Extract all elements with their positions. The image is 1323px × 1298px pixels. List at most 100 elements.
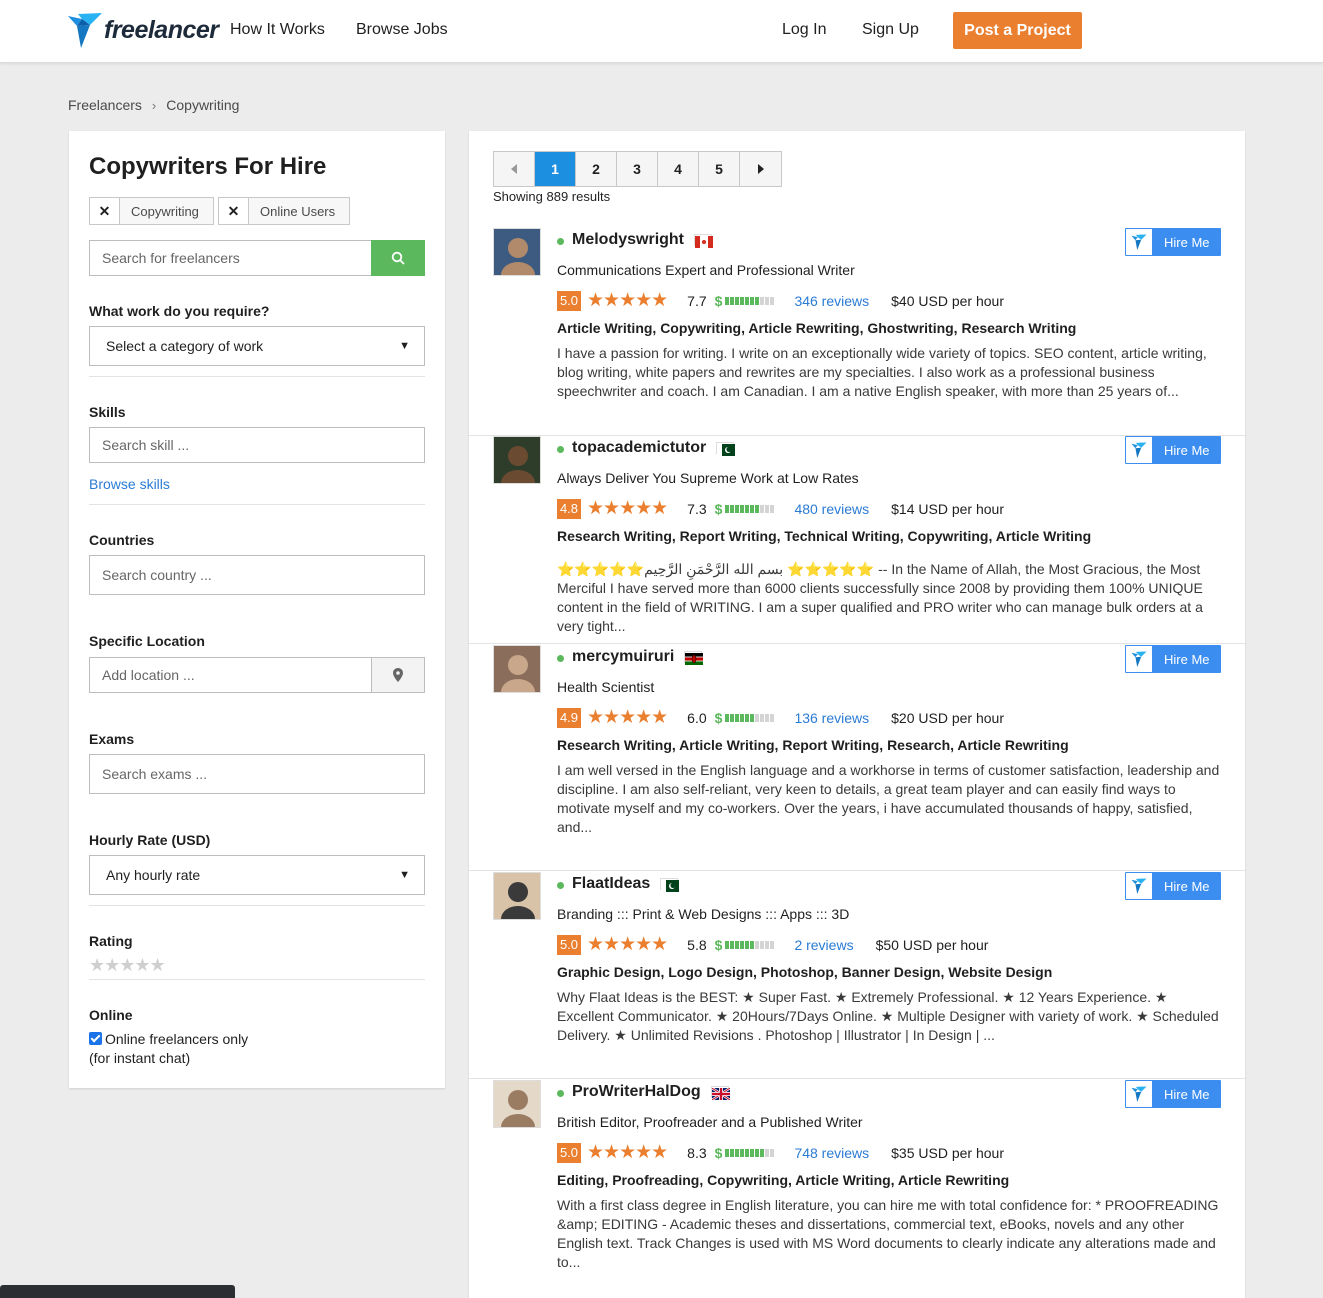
breadcrumb-separator-icon: › [151,97,157,113]
remove-chip-icon[interactable]: ✕ [219,198,249,224]
location-input[interactable]: Add location ... [89,657,372,693]
rating-score-badge: 4.8 [557,498,581,519]
online-status-icon [557,446,564,453]
breadcrumb-freelancers[interactable]: Freelancers [68,97,142,113]
rating-label: Rating [89,933,133,949]
hire-me-button[interactable]: Hire Me [1125,872,1221,900]
earnings-bar-segment [740,1148,745,1157]
name-row: mercymuiruri [557,648,704,666]
rating-stars-icon: ★★★★★ [587,1142,668,1163]
login-link[interactable]: Log In [782,21,826,39]
reviews-link[interactable]: 2 reviews [794,937,853,953]
online-only-checkbox-row[interactable]: Online freelancers only (for instant cha… [89,1030,248,1068]
caret-right-icon [757,164,764,174]
filter-chip-online-users: ✕ Online Users [218,197,351,225]
rating-filter-stars[interactable]: ★★★★★ [89,955,166,976]
exam-search-input[interactable]: Search exams ... [89,754,425,794]
online-status-icon [557,882,564,889]
freelancer-bird-icon [68,13,102,48]
signup-link[interactable]: Sign Up [862,21,919,39]
page-button-5[interactable]: 5 [699,152,740,186]
work-category-value: Select a category of work [106,338,264,354]
caret-left-icon [511,164,517,174]
freelancer-name[interactable]: topacademictutor [572,439,706,457]
earnings-bar-segment [725,713,730,722]
rating-score-badge: 5.0 [557,1142,581,1163]
freelancer-name[interactable]: mercymuiruri [572,648,674,666]
earnings-bar-segment [745,296,750,305]
post-project-button[interactable]: Post a Project [953,12,1082,49]
hire-me-button[interactable]: Hire Me [1125,1080,1221,1108]
avatar[interactable] [493,872,541,920]
chevron-down-icon: ▼ [399,869,410,881]
online-only-checkbox[interactable] [89,1032,102,1045]
avatar[interactable] [493,436,541,484]
location-button[interactable] [371,657,425,693]
country-search-input[interactable]: Search country ... [89,555,425,595]
reviews-link[interactable]: 748 reviews [794,1145,869,1161]
reviews-link[interactable]: 480 reviews [794,501,869,517]
earnings-bar-segment [735,940,740,949]
nav-browse-jobs[interactable]: Browse Jobs [356,21,448,39]
dollar-icon: $ [714,709,723,726]
earnings-bar-segment [740,713,745,722]
freelancer-name[interactable]: Melodyswright [572,231,684,249]
hire-me-button[interactable]: Hire Me [1125,228,1221,256]
hire-me-button[interactable]: Hire Me [1125,436,1221,464]
earnings-bar-segment [765,713,770,722]
online-status-icon [557,1090,564,1097]
earnings-bar-segment [770,296,775,305]
freelancer-logo[interactable]: freelancer [68,12,219,48]
avatar[interactable] [493,228,541,276]
dollar-icon: $ [714,1144,723,1161]
freelancer-description: I am well versed in the English language… [557,762,1220,835]
page-button-1[interactable]: 1 [535,152,576,186]
skills-label: Skills [89,404,126,420]
work-category-select[interactable]: Select a category of work ▼ [89,326,425,366]
freelancer-name[interactable]: ProWriterHalDog [572,1083,701,1101]
freelancer-bird-icon [1126,646,1152,672]
browse-skills-link[interactable]: Browse skills [89,476,170,492]
search-button[interactable] [371,240,425,276]
earnings-bar-segment [760,296,765,305]
results-count: Showing 889 results [493,189,611,204]
chat-bar[interactable] [0,1285,235,1298]
name-row: FlaatIdeas [557,875,680,893]
hourly-rate-select[interactable]: Any hourly rate ▼ [89,855,425,895]
earnings-bar-segment [725,940,730,949]
logo-text: freelancer [104,15,219,44]
earnings-score: 8.3 [687,1144,707,1161]
avatar[interactable] [493,1080,541,1128]
freelancer-name[interactable]: FlaatIdeas [572,875,650,893]
freelancer-tagline: Health Scientist [557,679,655,695]
prev-page-button[interactable] [494,152,535,186]
next-page-button[interactable] [740,152,781,186]
freelancer-search-input[interactable]: Search for freelancers [89,240,372,276]
remove-chip-icon[interactable]: ✕ [90,198,120,224]
breadcrumb-copywriting[interactable]: Copywriting [166,97,239,113]
earnings-bar-segment [770,713,775,722]
earnings-score: 7.7 [687,292,707,309]
page-button-3[interactable]: 3 [617,152,658,186]
earnings-bar-segment [750,713,755,722]
hire-me-button[interactable]: Hire Me [1125,645,1221,673]
freelancer-description: ⭐⭐⭐⭐⭐بسم الله الرَّحْمَنِ الرَّحِيم ⭐⭐⭐⭐… [557,561,1203,634]
freelancer-card: Melodyswright Communications Expert and … [469,228,1245,436]
reviews-link[interactable]: 136 reviews [794,710,869,726]
reviews-link[interactable]: 346 reviews [794,293,869,309]
skill-search-input[interactable]: Search skill ... [89,427,425,463]
earnings-bar-segment [750,504,755,513]
country-flag-icon [694,234,714,248]
earnings-bar-segment [735,713,740,722]
page-button-4[interactable]: 4 [658,152,699,186]
filter-sidebar: Copywriters For Hire ✕ Copywriting ✕ Onl… [69,131,445,1088]
page-button-2[interactable]: 2 [576,152,617,186]
freelancer-card: mercymuiruri Health Scientist 4.9 ★★★★★ … [469,645,1245,871]
online-status-icon [557,238,564,245]
earnings-bar-segment [755,296,760,305]
avatar[interactable] [493,645,541,693]
earnings-bar-segment [765,1148,770,1157]
freelancer-description: With a first class degree in English lit… [557,1197,1219,1270]
rating-stars-icon: ★★★★★ [587,934,668,955]
nav-how-it-works[interactable]: How It Works [230,21,325,39]
